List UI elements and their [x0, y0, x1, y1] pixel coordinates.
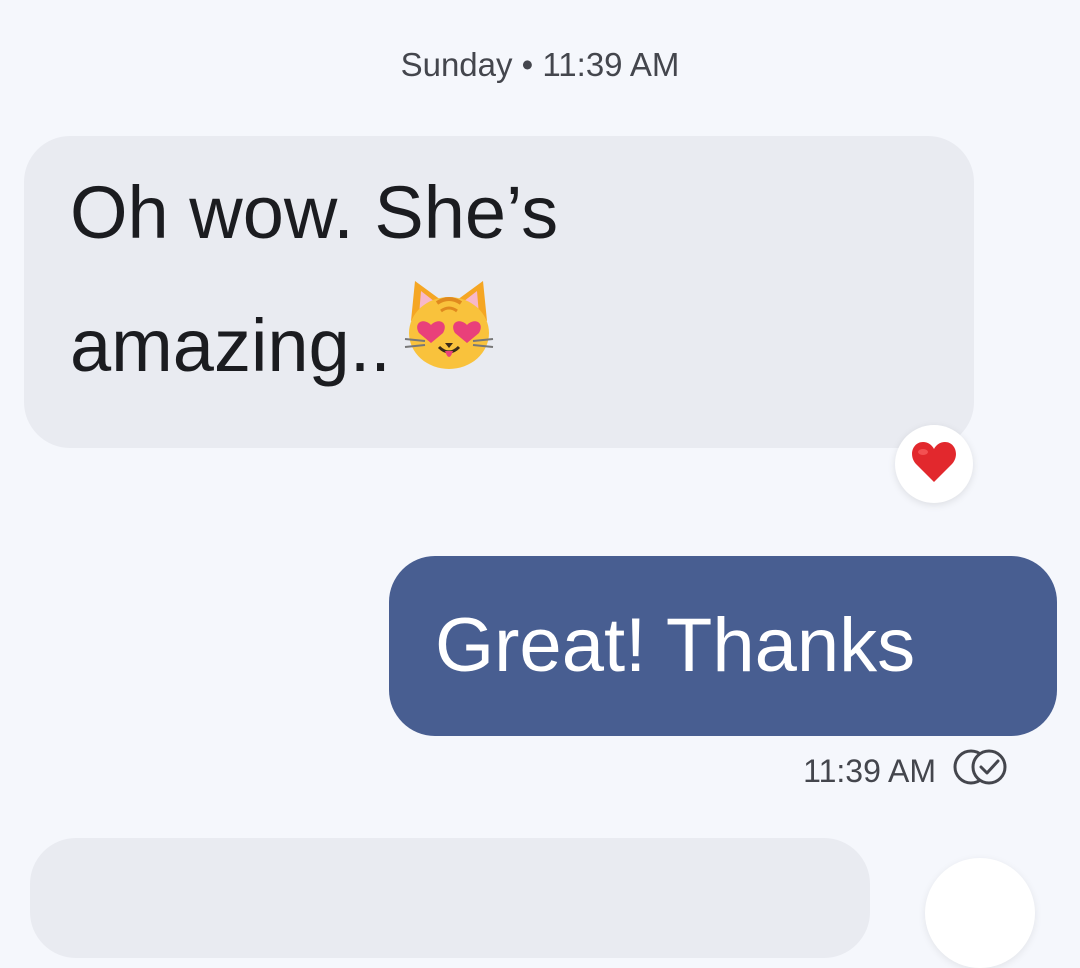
message-status-row: 11:39 AM [803, 748, 1008, 794]
message-timestamp: 11:39 AM [803, 752, 936, 789]
next-reaction-badge[interactable] [925, 858, 1035, 968]
heart-reaction-badge[interactable] [895, 425, 973, 503]
incoming-message-bubble[interactable]: Oh wow. She’s amazing.. [24, 136, 974, 448]
heart-eyes-cat-emoji-icon [401, 277, 497, 414]
date-timestamp-header: Sunday • 11:39 AM [400, 46, 680, 83]
read-double-check-icon [952, 748, 1008, 794]
outgoing-message-bubble[interactable]: Great! Thanks [389, 556, 1057, 736]
next-incoming-message-bubble[interactable] [30, 838, 870, 958]
outgoing-message-text: Great! Thanks [435, 603, 916, 688]
red-heart-icon [910, 440, 958, 489]
